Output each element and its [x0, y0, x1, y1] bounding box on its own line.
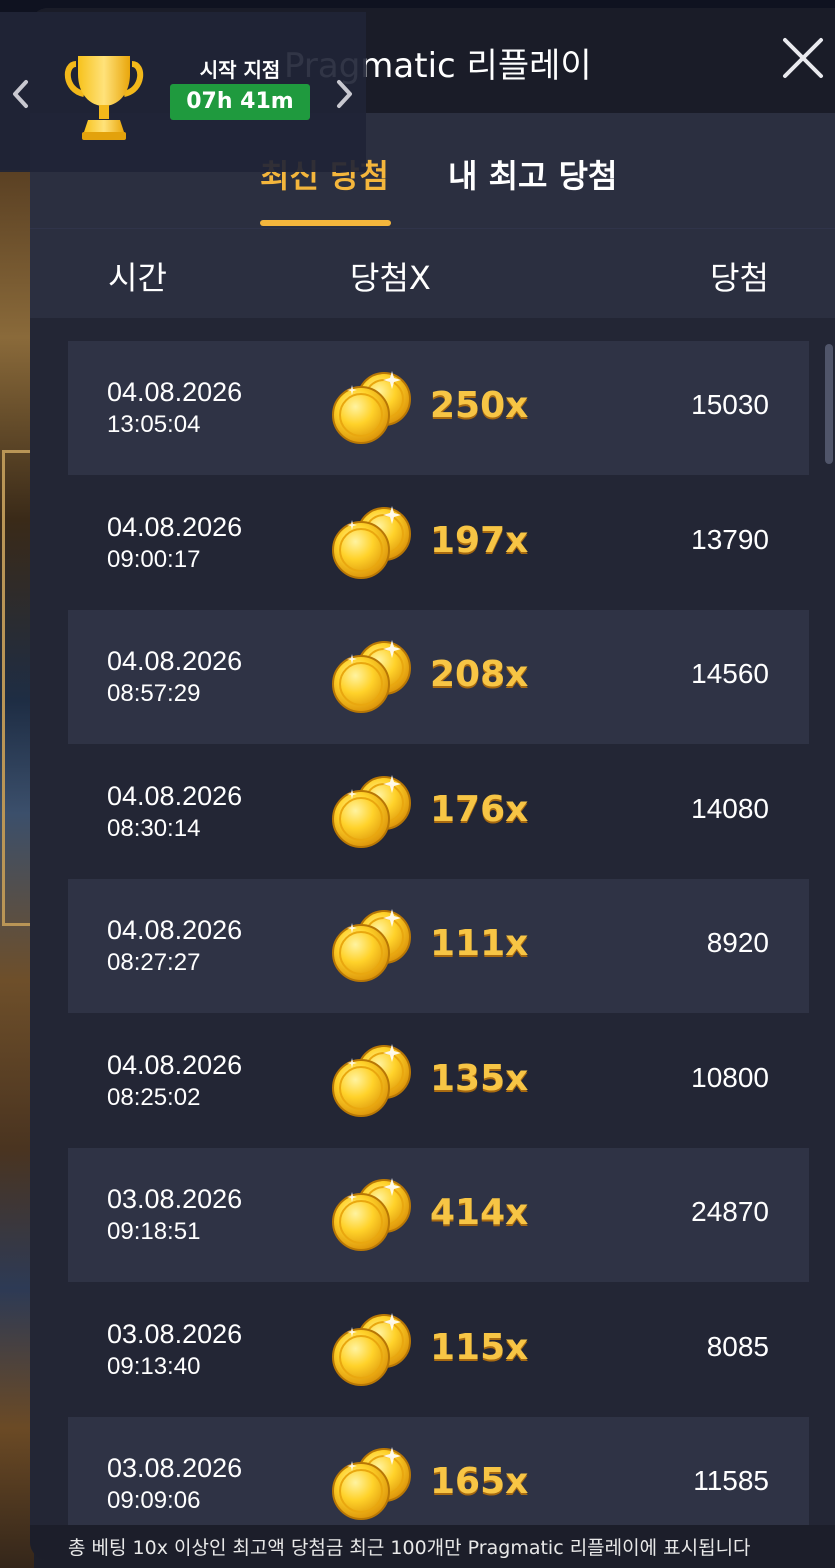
gold-coins-icon — [332, 504, 418, 584]
win-date: 03.08.2026 — [107, 1184, 243, 1214]
prev-button[interactable] — [8, 74, 32, 114]
win-row[interactable]: 04.08.2026 08:57:29 208x 14560 — [68, 610, 809, 744]
column-win: 당첨 — [710, 259, 769, 297]
win-time: 09:09:06 — [107, 1487, 201, 1514]
gold-coins-icon — [332, 907, 418, 987]
win-date: 03.08.2026 — [107, 1453, 243, 1483]
gold-coins-icon — [332, 1311, 418, 1391]
win-amount: 24870 — [691, 1196, 769, 1227]
win-multiplier: 208x — [430, 654, 529, 695]
win-date: 04.08.2026 — [107, 1049, 243, 1080]
win-time: 09:00:17 — [107, 545, 201, 573]
win-row[interactable]: 04.08.2026 09:00:17 197x 13790 — [68, 476, 809, 610]
gold-coins-icon — [332, 1176, 418, 1256]
gold-coins-icon — [332, 1042, 418, 1122]
win-date: 03.08.2026 — [107, 1318, 243, 1349]
win-amount: 14560 — [691, 658, 769, 689]
win-time: 08:27:27 — [107, 949, 201, 976]
wins-list[interactable]: 04.08.2026 13:05:04 250x 15030 04.08.2026 09:… — [30, 318, 835, 1525]
win-multiplier: 250x — [430, 385, 529, 426]
gold-coins-icon — [332, 773, 418, 853]
win-multiplier: 165x — [430, 1461, 529, 1502]
win-date: 04.08.2026 — [107, 780, 243, 811]
win-amount: 15030 — [691, 389, 769, 420]
win-date: 04.08.2026 — [107, 377, 243, 407]
next-button[interactable] — [333, 74, 357, 114]
win-time: 09:18:51 — [107, 1218, 201, 1245]
win-amount: 10800 — [691, 1061, 769, 1093]
tab-my-best-wins[interactable]: 내 최고 당첨 — [448, 151, 617, 197]
close-button[interactable] — [779, 34, 827, 82]
chevron-right-icon — [337, 80, 352, 108]
win-row[interactable]: 04.08.2026 08:27:27 111x 8920 — [68, 879, 809, 1013]
column-header: 시간 당첨X 당첨 — [30, 228, 835, 318]
chevron-left-icon — [13, 80, 28, 108]
background-game-art — [0, 170, 34, 1568]
win-amount: 8085 — [706, 1330, 769, 1362]
win-multiplier: 135x — [430, 1057, 529, 1099]
replay-panel: Pragmatic 리플레이 최신 당첨 내 최고 당첨 시간 당첨X 당첨 0… — [30, 8, 835, 1560]
win-amount: 14080 — [691, 792, 769, 824]
win-row[interactable]: 04.08.2026 08:30:14 176x 14080 — [68, 745, 809, 879]
win-time: 08:57:29 — [107, 680, 201, 707]
win-amount: 11585 — [693, 1465, 769, 1496]
win-multiplier: 115x — [430, 1326, 529, 1368]
win-row[interactable]: 03.08.2026 09:09:06 165x 11585 — [68, 1417, 809, 1525]
win-time: 09:13:40 — [107, 1352, 201, 1380]
scrollbar[interactable] — [825, 344, 833, 464]
footer: 총 베팅 10x 이상인 최고액 당첨금 최근 100개만 Pragmatic … — [30, 1525, 835, 1560]
win-multiplier: 176x — [430, 788, 529, 830]
win-date: 04.08.2026 — [107, 511, 243, 542]
win-multiplier: 111x — [430, 923, 529, 964]
column-time: 시간 — [108, 259, 167, 297]
column-multiplier: 당첨X — [350, 259, 431, 297]
win-date: 04.08.2026 — [107, 646, 243, 676]
win-row[interactable]: 04.08.2026 08:25:02 135x 10800 — [68, 1014, 809, 1148]
win-amount: 8920 — [706, 927, 769, 958]
win-amount: 13790 — [691, 523, 769, 555]
tournament-label: 시작 지점 — [199, 58, 281, 82]
tournament-widget[interactable]: 시작 지점 07h 41m — [0, 12, 366, 172]
tournament-timer: 07h 41m — [170, 84, 310, 120]
trophy-icon — [62, 50, 146, 142]
close-icon — [783, 38, 823, 78]
active-tab-indicator — [260, 220, 391, 226]
win-row[interactable]: 04.08.2026 13:05:04 250x 15030 — [68, 341, 809, 475]
gold-coins-icon — [332, 638, 418, 718]
win-time: 08:25:02 — [107, 1083, 201, 1111]
gold-coins-icon — [332, 1445, 418, 1525]
win-row[interactable]: 03.08.2026 09:18:51 414x 24870 — [68, 1148, 809, 1282]
win-row[interactable]: 03.08.2026 09:13:40 115x 8085 — [68, 1283, 809, 1417]
win-time: 08:30:14 — [107, 814, 201, 842]
win-multiplier: 197x — [430, 519, 529, 561]
win-multiplier: 414x — [430, 1192, 529, 1233]
gold-coins-icon — [332, 369, 418, 449]
win-time: 13:05:04 — [107, 411, 201, 438]
footer-note: 총 베팅 10x 이상인 최고액 당첨금 최근 100개만 Pragmatic … — [68, 1537, 751, 1559]
win-date: 04.08.2026 — [107, 915, 243, 945]
